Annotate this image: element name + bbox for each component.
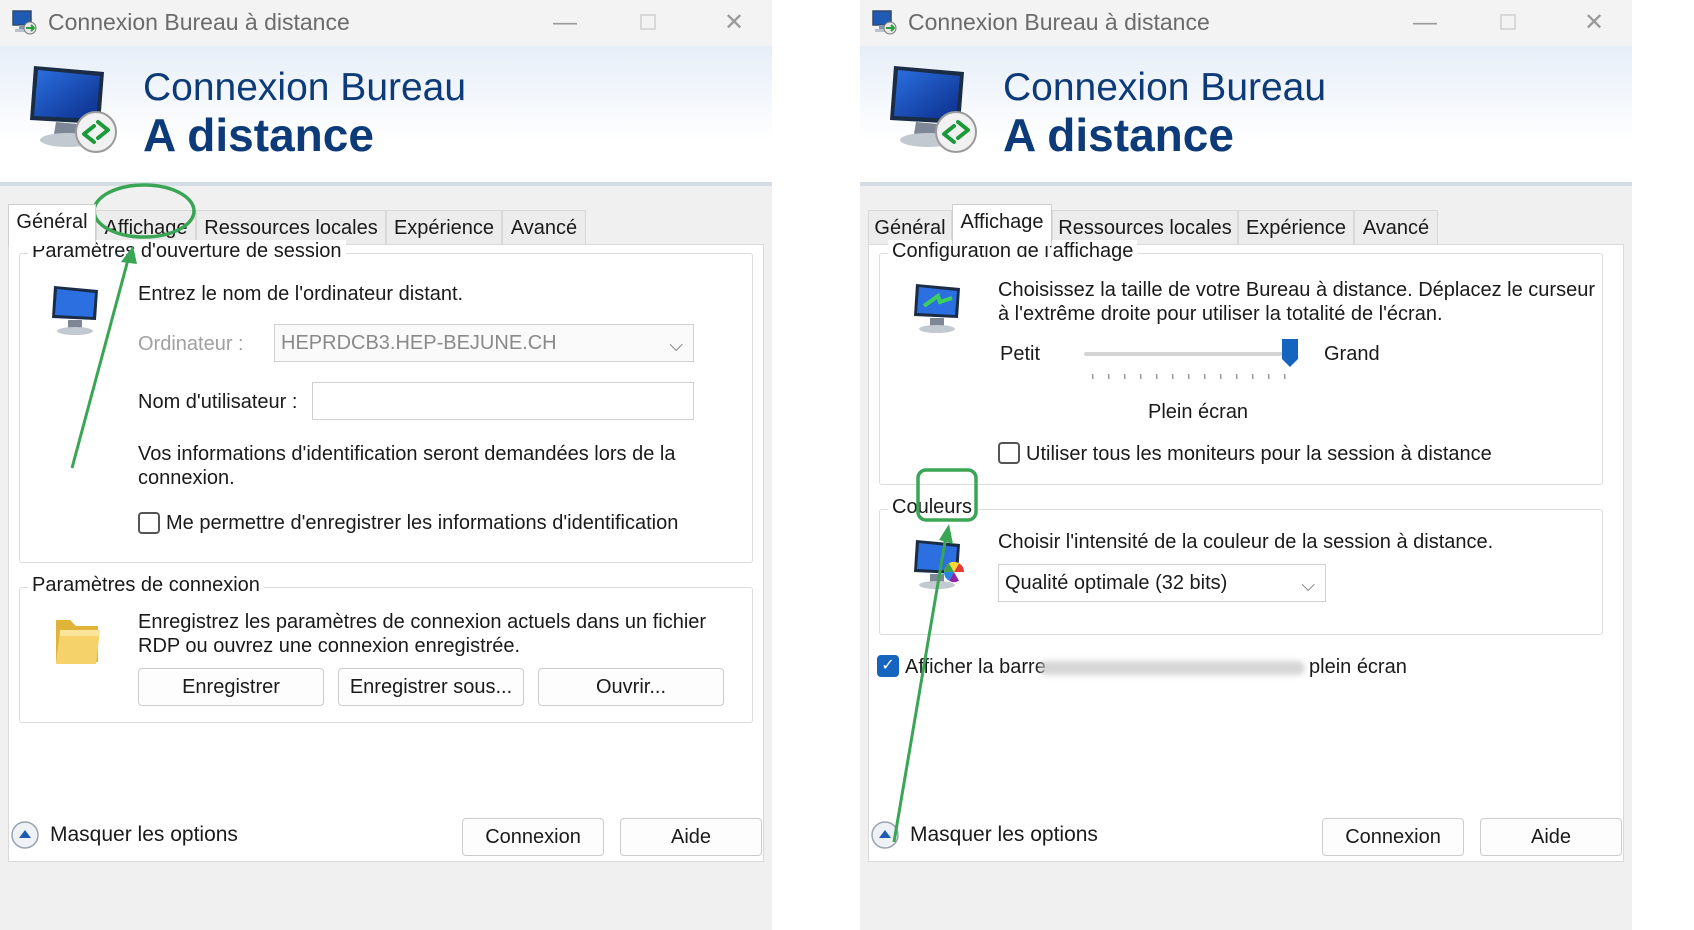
tab-experience[interactable]: Expérience (1238, 210, 1354, 246)
username-label: Nom d'utilisateur : (138, 391, 298, 413)
save-credentials-label: Me permettre d'enregistrer les informati… (166, 512, 679, 534)
window-title: Connexion Bureau à distance (48, 9, 350, 35)
connection-bar-label-end: plein écran (1309, 656, 1407, 678)
slider-value-label: Plein écran (1148, 401, 1249, 423)
folder-icon (56, 620, 100, 664)
minimize-button[interactable]: — (545, 6, 585, 40)
username-input[interactable] (312, 382, 694, 420)
minimize-button[interactable]: — (1405, 6, 1445, 40)
tab-panel-general: Paramètres d'ouverture de session Entrez… (8, 240, 764, 862)
banner-title-line1: Connexion Bureau (1003, 66, 1327, 109)
connection-text-line1: Enregistrez les paramètres de connexion … (138, 611, 707, 633)
tab-avance[interactable]: Avancé (502, 210, 586, 246)
window-title: Connexion Bureau à distance (908, 9, 1210, 35)
colors-group: Couleurs Choisir l'intensité de la coule… (879, 496, 1603, 635)
connection-bar-label-start: Afficher la barre (905, 656, 1046, 678)
connection-text-line2: RDP ou ouvrez une connexion enregistrée. (138, 635, 521, 657)
close-button[interactable]: ✕ (1574, 6, 1614, 40)
computer-combobox[interactable]: HEPRDCB3.HEP-BEJUNE.CH ⌵ (274, 324, 694, 362)
color-monitor-icon (914, 540, 965, 589)
collapse-arrow-icon[interactable] (870, 820, 900, 850)
connection-group-title: Paramètres de connexion (28, 574, 264, 597)
credentials-info-line2: connexion. (138, 467, 235, 489)
collapse-arrow-icon[interactable] (10, 820, 40, 850)
footer: Masquer les options Connexion Aide (860, 808, 1632, 868)
title-bar: Connexion Bureau à distance — ✕ (860, 0, 1632, 46)
colors-group-title: Couleurs (888, 496, 977, 519)
all-monitors-checkbox[interactable] (998, 442, 1020, 464)
display-config-group: Configuration de l'affichage Choisissez … (879, 240, 1603, 485)
size-slider-track[interactable] (1084, 352, 1290, 356)
rdp-window-display: Connexion Bureau à distance — ✕ Connexio… (860, 0, 1632, 930)
remote-desktop-app-icon (872, 10, 897, 35)
banner-title-line2: A distance (1003, 109, 1234, 161)
maximize-button[interactable] (1488, 6, 1528, 40)
session-settings-group: Paramètres d'ouverture de session Entrez… (19, 240, 753, 563)
computer-label: Ordinateur : (138, 333, 244, 355)
chevron-down-icon[interactable]: ⌵ (1301, 567, 1315, 603)
hide-options-link[interactable]: Masquer les options (910, 823, 1098, 847)
banner: Connexion Bureau A distance (860, 46, 1632, 186)
banner-title-line1: Connexion Bureau (143, 66, 467, 109)
display-settings-icon (914, 284, 960, 333)
banner-title-line2: A distance (143, 109, 374, 161)
title-bar: Connexion Bureau à distance — ✕ (0, 0, 772, 46)
tab-panel-display: Configuration de l'affichage Choisissez … (868, 240, 1624, 862)
display-text-line2: à l'extrême droite pour utiliser la tota… (998, 303, 1443, 325)
connect-button[interactable]: Connexion (462, 818, 604, 856)
computer-instruction: Entrez le nom de l'ordinateur distant. (138, 283, 464, 305)
monitor-remote-icon (890, 66, 977, 153)
slider-max-label: Grand (1324, 343, 1380, 365)
footer: Masquer les options Connexion Aide (0, 808, 772, 868)
tab-avance[interactable]: Avancé (1354, 210, 1438, 246)
connection-bar-checkbox[interactable]: ✓ (877, 655, 899, 677)
tab-experience[interactable]: Expérience (386, 210, 502, 246)
color-depth-value: Qualité optimale (32 bits) (1005, 572, 1228, 594)
all-monitors-label: Utiliser tous les moniteurs pour la sess… (1026, 443, 1492, 465)
color-depth-combobox[interactable]: Qualité optimale (32 bits) ⌵ (998, 564, 1326, 602)
remote-desktop-app-icon (12, 10, 37, 35)
connection-settings-group: Paramètres de connexion Enregistrez les … (19, 574, 753, 723)
rdp-window-general: Connexion Bureau à distance — ✕ Connexio… (0, 0, 772, 930)
monitor-icon (52, 286, 98, 335)
slider-ticks (1092, 374, 1286, 379)
help-button[interactable]: Aide (1480, 818, 1622, 856)
display-text-line1: Choisissez la taille de votre Bureau à d… (998, 279, 1595, 301)
save-credentials-checkbox[interactable] (138, 512, 160, 534)
close-button[interactable]: ✕ (714, 6, 754, 40)
hide-options-link[interactable]: Masquer les options (50, 823, 238, 847)
credentials-info-line1: Vos informations d'identification seront… (138, 443, 676, 465)
colors-text: Choisir l'intensité de la couleur de la … (998, 531, 1494, 553)
size-slider-thumb[interactable] (1281, 338, 1299, 368)
monitor-remote-icon (30, 66, 117, 153)
redacted-text (1039, 661, 1305, 675)
computer-value: HEPRDCB3.HEP-BEJUNE.CH (281, 332, 557, 354)
help-button[interactable]: Aide (620, 818, 762, 856)
banner: Connexion Bureau A distance (0, 46, 772, 186)
slider-min-label: Petit (1000, 343, 1041, 365)
save-as-button[interactable]: Enregistrer sous... (338, 668, 524, 706)
maximize-button[interactable] (628, 6, 668, 40)
open-button[interactable]: Ouvrir... (538, 668, 724, 706)
tab-general[interactable]: Général (8, 204, 96, 246)
connect-button[interactable]: Connexion (1322, 818, 1464, 856)
tab-affichage[interactable]: Affichage (952, 204, 1052, 246)
chevron-down-icon[interactable]: ⌵ (669, 327, 683, 363)
save-button[interactable]: Enregistrer (138, 668, 324, 706)
